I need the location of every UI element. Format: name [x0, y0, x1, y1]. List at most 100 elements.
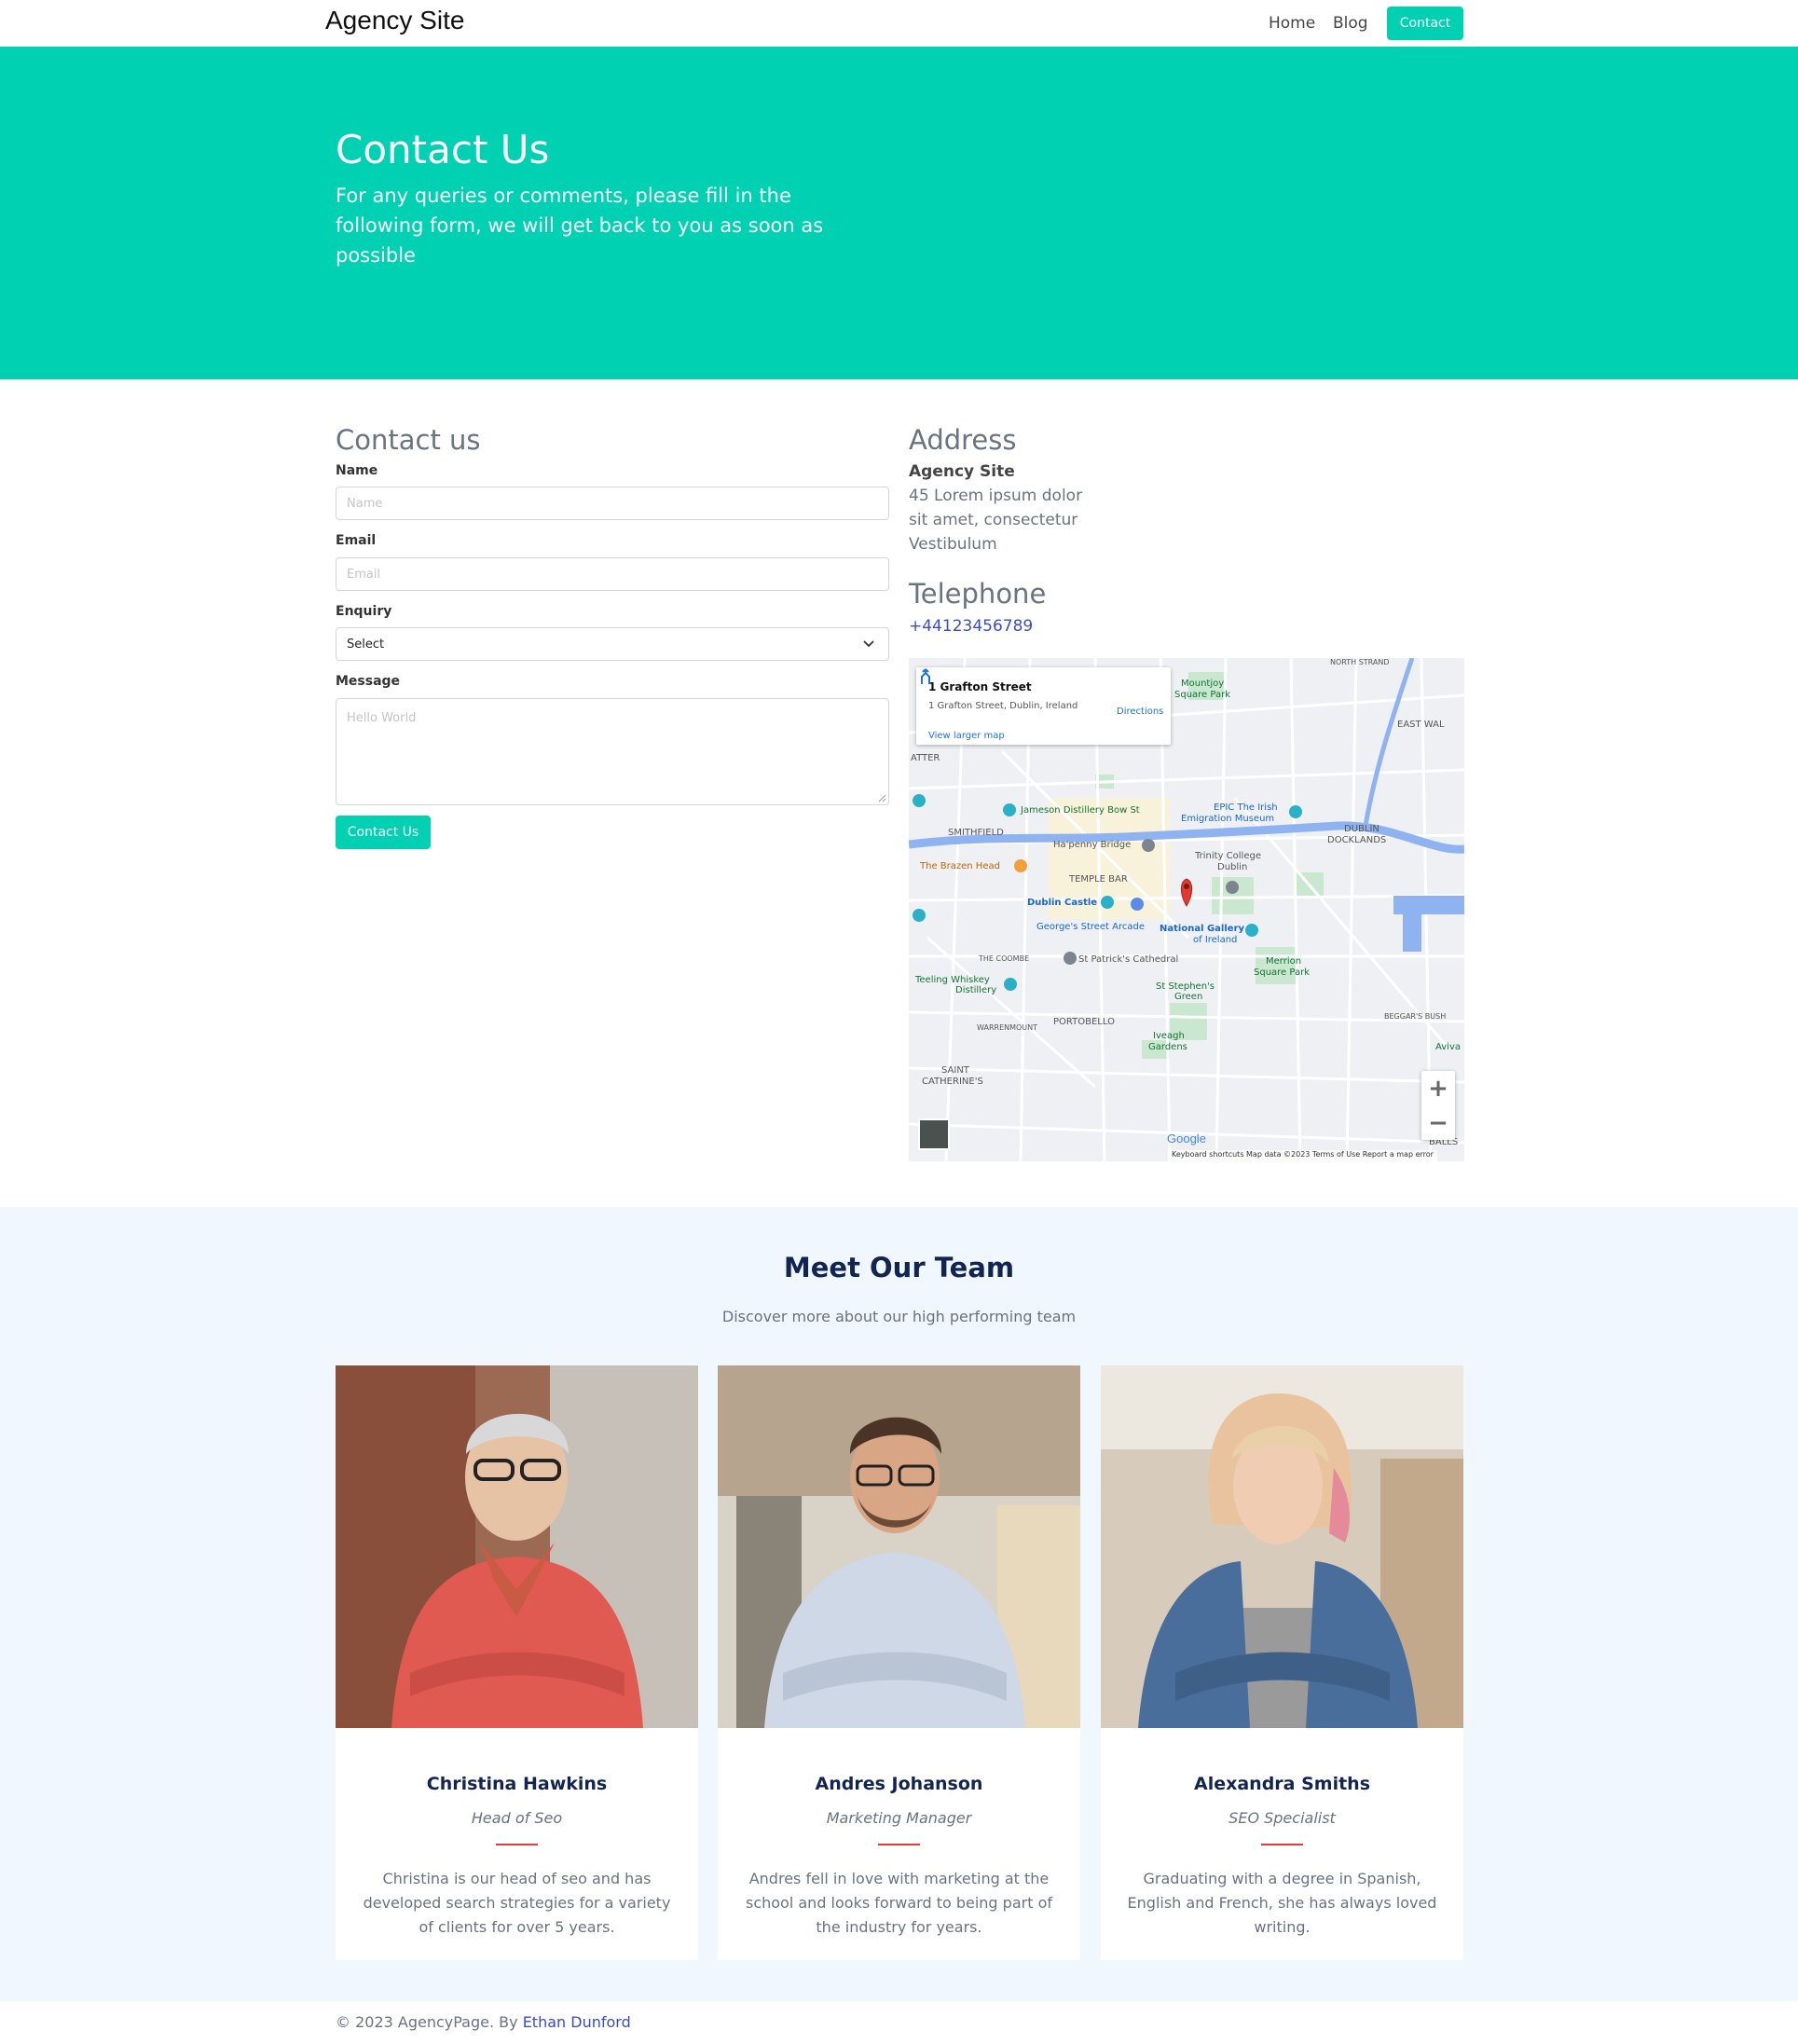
- divider: [1261, 1844, 1303, 1845]
- map-label: National Gallery: [1160, 924, 1245, 934]
- map-label: St Stephen's: [1156, 981, 1215, 992]
- map-label: Aviva: [1435, 1042, 1461, 1052]
- name-input[interactable]: Name: [336, 487, 889, 520]
- map-label: Merrion: [1266, 956, 1302, 967]
- footer: © 2023 AgencyPage. By Ethan Dunford: [336, 2013, 631, 2031]
- map-label: Gardens: [1148, 1042, 1187, 1052]
- nav-home-link[interactable]: Home: [1269, 14, 1315, 33]
- map-label: Jameson Distillery Bow St: [1021, 805, 1140, 816]
- map-label: Square Park: [1174, 690, 1230, 700]
- team-section: Meet Our Team Discover more about our hi…: [0, 1207, 1798, 2001]
- map-label: SAINT: [941, 1065, 969, 1076]
- message-label: Message: [336, 674, 401, 689]
- address-company: Agency Site: [909, 462, 1015, 481]
- directions-link[interactable]: Directions: [1117, 706, 1163, 717]
- team-card: Christina Hawkins Head of Seo Christina …: [336, 1365, 698, 1960]
- map-label: of Ireland: [1193, 935, 1238, 945]
- telephone-title: Telephone: [909, 578, 1047, 610]
- team-photo: [1101, 1365, 1463, 1728]
- member-bio: Andres fell in love with marketing at th…: [745, 1870, 1052, 1936]
- map-zoom-control: + −: [1421, 1071, 1455, 1140]
- member-bio: Graduating with a degree in Spanish, Eng…: [1127, 1870, 1437, 1936]
- map-label: ATTER: [911, 753, 940, 763]
- page-title: Contact Us: [336, 127, 550, 172]
- map-label: Ha'penny Bridge: [1053, 840, 1132, 850]
- map-label: Mountjoy: [1181, 679, 1225, 689]
- map-card-title: 1 Grafton Street: [928, 680, 1032, 693]
- team-card: Andres Johanson Marketing Manager Andres…: [718, 1365, 1080, 1960]
- footer-author-link[interactable]: Ethan Dunford: [523, 2013, 631, 2031]
- address-title: Address: [909, 424, 1017, 456]
- divider: [878, 1844, 920, 1845]
- telephone-link[interactable]: +44123456789: [909, 617, 1033, 636]
- message-textarea[interactable]: Hello World: [336, 698, 889, 805]
- map-label: THE COOMBE: [979, 954, 1030, 963]
- member-role: Marketing Manager: [826, 1809, 972, 1827]
- enquiry-label: Enquiry: [336, 604, 392, 619]
- zoom-out-button[interactable]: −: [1421, 1105, 1455, 1140]
- team-title: Meet Our Team: [783, 1252, 1015, 1283]
- map-label: St Patrick's Cathedral: [1078, 954, 1179, 965]
- address-line: 45 Lorem ipsum dolor: [909, 487, 1083, 505]
- map-label: SMITHFIELD: [948, 828, 1004, 838]
- team-photo: [718, 1365, 1080, 1728]
- divider: [496, 1844, 538, 1845]
- hero-subtitle: For any queries or comments, please fill…: [336, 185, 824, 267]
- member-name: Christina Hawkins: [426, 1774, 608, 1794]
- enquiry-select[interactable]: Select: [336, 627, 889, 661]
- brand-logo[interactable]: Agency Site: [325, 6, 464, 35]
- map-label: EPIC The Irish: [1214, 803, 1278, 813]
- map-label: CATHERINE'S: [922, 1077, 983, 1087]
- map-label: The Brazen Head: [920, 861, 1000, 871]
- satellite-toggle-button[interactable]: [918, 1118, 950, 1150]
- team-photo: [336, 1365, 698, 1728]
- name-label: Name: [336, 463, 378, 478]
- map-label: DUBLIN: [1344, 824, 1379, 834]
- map-label: EAST WAL: [1397, 720, 1445, 730]
- map-label: Trinity College: [1195, 851, 1261, 861]
- map-label: WARRENMOUNT: [977, 1023, 1038, 1032]
- resize-handle-icon[interactable]: [877, 793, 886, 803]
- map-label: PORTOBELLO: [1053, 1017, 1115, 1027]
- email-label: Email: [336, 533, 377, 548]
- member-name: Andres Johanson: [815, 1774, 983, 1794]
- chevron-down-icon: [863, 640, 874, 648]
- team-card: Alexandra Smiths SEO Specialist Graduati…: [1101, 1365, 1463, 1960]
- email-input[interactable]: Email: [336, 557, 889, 591]
- map-attribution[interactable]: Keyboard shortcuts Map data ©2023 Terms …: [1168, 1150, 1437, 1161]
- map-info-card: 1 Grafton Street 1 Grafton Street, Dubli…: [916, 667, 1171, 745]
- map-label: Dublin Castle: [1027, 898, 1098, 908]
- map-label: Iveagh: [1153, 1031, 1185, 1041]
- member-role: SEO Specialist: [1228, 1809, 1336, 1827]
- nav-blog-link[interactable]: Blog: [1333, 14, 1368, 33]
- map-label: BEGGAR'S BUSH: [1384, 1012, 1447, 1021]
- map-card-address: 1 Grafton Street, Dublin, Ireland: [928, 701, 1078, 711]
- map-label: NORTH STRAND: [1330, 658, 1390, 666]
- map-label: DOCKLANDS: [1327, 835, 1387, 845]
- footer-copyright: © 2023 AgencyPage. By: [336, 2013, 523, 2031]
- map-label: Emigration Museum: [1181, 814, 1275, 824]
- zoom-in-button[interactable]: +: [1421, 1071, 1455, 1105]
- message-placeholder: Hello World: [347, 711, 417, 725]
- name-placeholder: Name: [347, 496, 383, 511]
- address-line: sit amet, consectetur: [909, 511, 1078, 529]
- hero-banner: Contact Us For any queries or comments, …: [0, 47, 1798, 379]
- email-placeholder: Email: [347, 567, 381, 582]
- map-label: Teeling Whiskey: [915, 975, 990, 985]
- form-title: Contact us: [336, 424, 481, 456]
- map-label: Distillery: [955, 985, 997, 995]
- address-line: Vestibulum: [909, 535, 997, 554]
- view-larger-map-link[interactable]: View larger map: [928, 731, 1005, 741]
- nav-contact-button[interactable]: Contact: [1387, 7, 1463, 40]
- map-label: Square Park: [1254, 967, 1310, 978]
- member-role: Head of Seo: [471, 1809, 563, 1827]
- map-label: TEMPLE BAR: [1069, 874, 1128, 885]
- map-label: Green: [1174, 992, 1203, 1002]
- directions-icon[interactable]: [916, 667, 935, 686]
- google-logo: Google: [1167, 1132, 1206, 1145]
- embedded-map[interactable]: ATTER SMITHFIELD TEMPLE BAR THE COOMBE P…: [909, 658, 1464, 1161]
- member-name: Alexandra Smiths: [1193, 1774, 1371, 1794]
- contact-submit-button[interactable]: Contact Us: [336, 816, 431, 849]
- map-label: Dublin: [1217, 862, 1248, 872]
- navbar: Agency Site Home Blog Contact: [0, 0, 1798, 47]
